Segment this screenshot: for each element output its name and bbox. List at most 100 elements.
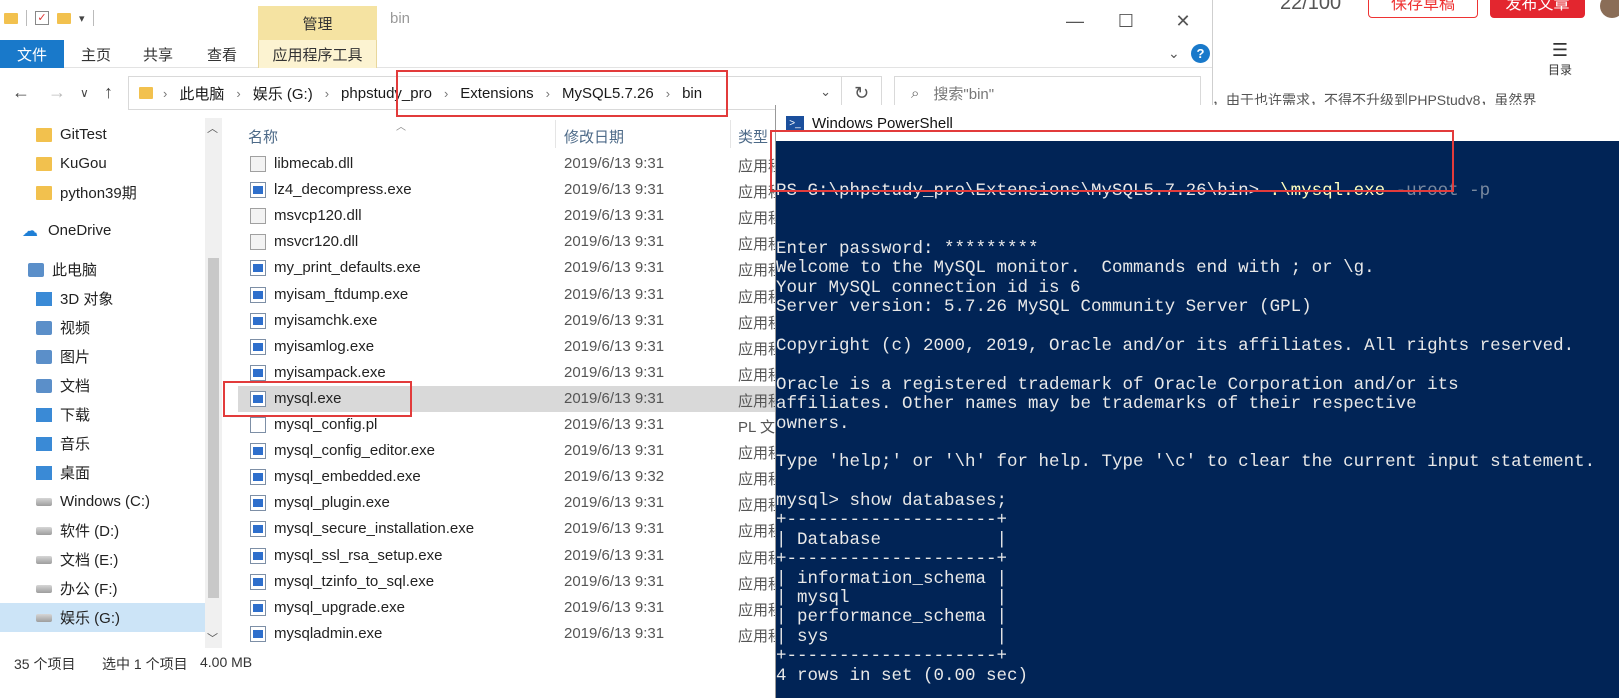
file-name: mysql.exe <box>274 389 342 407</box>
file-name: mysql_config_editor.exe <box>274 442 435 460</box>
close-icon[interactable]: ✕ <box>1160 8 1206 34</box>
breadcrumb-item[interactable]: phpstudy_pro <box>341 85 432 102</box>
sort-ascending-icon: ︿ <box>396 122 406 133</box>
nav-item[interactable]: 办公 (F:) <box>0 574 205 603</box>
nav-item[interactable]: 软件 (D:) <box>0 516 205 545</box>
console-line: Type 'help;' or '\h' for help. Type '\c'… <box>776 452 1596 473</box>
properties-check-icon[interactable]: ✓ <box>35 11 49 25</box>
file-date: 2019/6/13 9:31 <box>564 337 665 355</box>
nav-item[interactable]: ☁ OneDrive <box>0 216 205 245</box>
executable-icon <box>250 547 266 564</box>
nav-item[interactable]: Windows (C:) <box>0 487 205 516</box>
chevron-down-icon[interactable]: ⌄ <box>1168 45 1180 62</box>
nav-item-label: GitTest <box>60 126 107 143</box>
folder-icon[interactable] <box>4 12 18 24</box>
toc-button[interactable]: ☰ 目录 <box>1530 40 1590 78</box>
scrollbar-thumb[interactable] <box>208 258 219 598</box>
quick-access-toolbar: ✓ ▾ <box>4 10 94 26</box>
chevron-down-icon[interactable]: ⌄ <box>820 84 831 100</box>
file-name: lz4_decompress.exe <box>274 181 412 199</box>
nav-item[interactable]: 桌面 <box>0 458 205 487</box>
document-icon <box>36 378 52 393</box>
scroll-down-icon[interactable]: ﹀ <box>207 630 218 646</box>
executable-icon <box>250 312 266 329</box>
breadcrumb-item[interactable]: 娱乐 (G:) <box>253 83 313 104</box>
file-name: mysql_plugin.exe <box>274 494 390 512</box>
publish-button[interactable]: 发布文章 <box>1490 0 1585 18</box>
nav-item[interactable]: 图片 <box>0 342 205 371</box>
console-output[interactable]: PS G:\phpstudy_pro\Extensions\MySQL5.7.2… <box>776 143 1619 698</box>
cloud-icon: ☁ <box>22 222 38 240</box>
chevron-right-icon[interactable]: › <box>666 86 670 101</box>
save-draft-button[interactable]: 保存草稿 <box>1368 0 1478 18</box>
file-name: my_print_defaults.exe <box>274 259 421 277</box>
nav-item[interactable]: python39期 <box>0 178 205 207</box>
chevron-right-icon[interactable]: › <box>236 86 240 101</box>
file-date: 2019/6/13 9:31 <box>564 494 665 512</box>
nav-item[interactable]: 此电脑 <box>0 255 205 284</box>
file-name: msvcp120.dll <box>274 207 362 225</box>
nav-item[interactable]: 下载 <box>0 400 205 429</box>
console-line: Copyright (c) 2000, 2019, Oracle and/or … <box>776 335 1575 356</box>
nav-item[interactable]: 娱乐 (G:) <box>0 603 205 632</box>
file-date: 2019/6/13 9:31 <box>564 624 665 642</box>
console-line: | Database | <box>776 529 1008 550</box>
nav-item[interactable]: 音乐 <box>0 429 205 458</box>
console-line: Enter password: ********* <box>776 239 1039 260</box>
nav-item-label: 3D 对象 <box>60 291 114 308</box>
chevron-right-icon[interactable]: › <box>546 86 550 101</box>
file-date: 2019/6/13 9:31 <box>564 155 665 172</box>
nav-item-label: 软件 (D:) <box>60 523 120 540</box>
divider[interactable] <box>730 120 731 148</box>
nav-item[interactable]: GitTest <box>0 120 205 149</box>
tab-view[interactable]: 查看 <box>190 40 254 68</box>
divider[interactable] <box>555 120 556 148</box>
back-arrow-icon[interactable]: ← <box>12 82 30 103</box>
selected-count: 选中 1 个项目 <box>102 656 188 672</box>
executable-icon <box>250 390 266 407</box>
up-arrow-icon[interactable]: ↑ <box>104 82 113 103</box>
file-name: mysql_tzinfo_to_sql.exe <box>274 572 435 590</box>
manage-context-tab[interactable]: 管理 <box>258 6 377 40</box>
avatar[interactable] <box>1600 0 1619 18</box>
tab-home[interactable]: 主页 <box>66 40 126 68</box>
tab-share[interactable]: 共享 <box>128 40 188 68</box>
column-name[interactable]: 名称 <box>248 126 278 147</box>
chevron-right-icon[interactable]: › <box>163 86 167 101</box>
customize-toolbar-icon[interactable]: ▾ <box>79 12 85 25</box>
tab-app-tools[interactable]: 应用程序工具 <box>258 40 377 68</box>
console-line: Server version: 5.7.26 MySQL Community S… <box>776 297 1312 318</box>
nav-item[interactable]: 文档 <box>0 371 205 400</box>
tab-file[interactable]: 文件 <box>0 40 64 68</box>
help-icon[interactable]: ? <box>1191 44 1210 63</box>
new-folder-icon[interactable] <box>57 12 71 24</box>
forward-arrow-icon[interactable]: → <box>48 82 66 103</box>
nav-item[interactable]: KuGou <box>0 149 205 178</box>
chevron-right-icon[interactable]: › <box>444 86 448 101</box>
powershell-window[interactable]: >_ Windows PowerShell PS G:\phpstudy_pro… <box>775 105 1619 698</box>
video-icon <box>36 320 52 335</box>
file-name: msvcr120.dll <box>274 233 359 251</box>
scroll-up-icon[interactable]: ︿ <box>207 120 218 136</box>
console-line: Your MySQL connection id is 6 <box>776 277 1081 298</box>
picture-icon <box>36 349 52 364</box>
minimize-icon[interactable]: — <box>1052 8 1098 34</box>
column-date[interactable]: 修改日期 <box>564 126 624 147</box>
command-line: PS G:\phpstudy_pro\Extensions\MySQL5.7.2… <box>776 181 1619 201</box>
recent-locations-icon[interactable]: ∨ <box>80 86 89 100</box>
nav-item[interactable]: 视频 <box>0 313 205 342</box>
nav-item[interactable]: 文档 (E:) <box>0 545 205 574</box>
breadcrumb-item[interactable]: Extensions <box>460 85 533 102</box>
nav-item-label: Windows (C:) <box>60 493 151 510</box>
address-bar[interactable]: › 此电脑 › 娱乐 (G:) › phpstudy_pro › Extensions › MyS… <box>128 76 882 110</box>
chevron-right-icon[interactable]: › <box>325 86 329 101</box>
column-type[interactable]: 类型 <box>738 126 768 147</box>
search-icon: ⌕ <box>911 84 920 102</box>
nav-item[interactable]: 3D 对象 <box>0 284 205 313</box>
breadcrumb-item[interactable]: MySQL5.7.26 <box>562 85 654 102</box>
maximize-icon[interactable]: ☐ <box>1103 8 1149 34</box>
navigation-scrollbar[interactable]: ︿ ﹀ <box>205 118 222 648</box>
breadcrumb-item[interactable]: bin <box>682 85 702 102</box>
breadcrumb-item[interactable]: 此电脑 <box>179 83 224 104</box>
